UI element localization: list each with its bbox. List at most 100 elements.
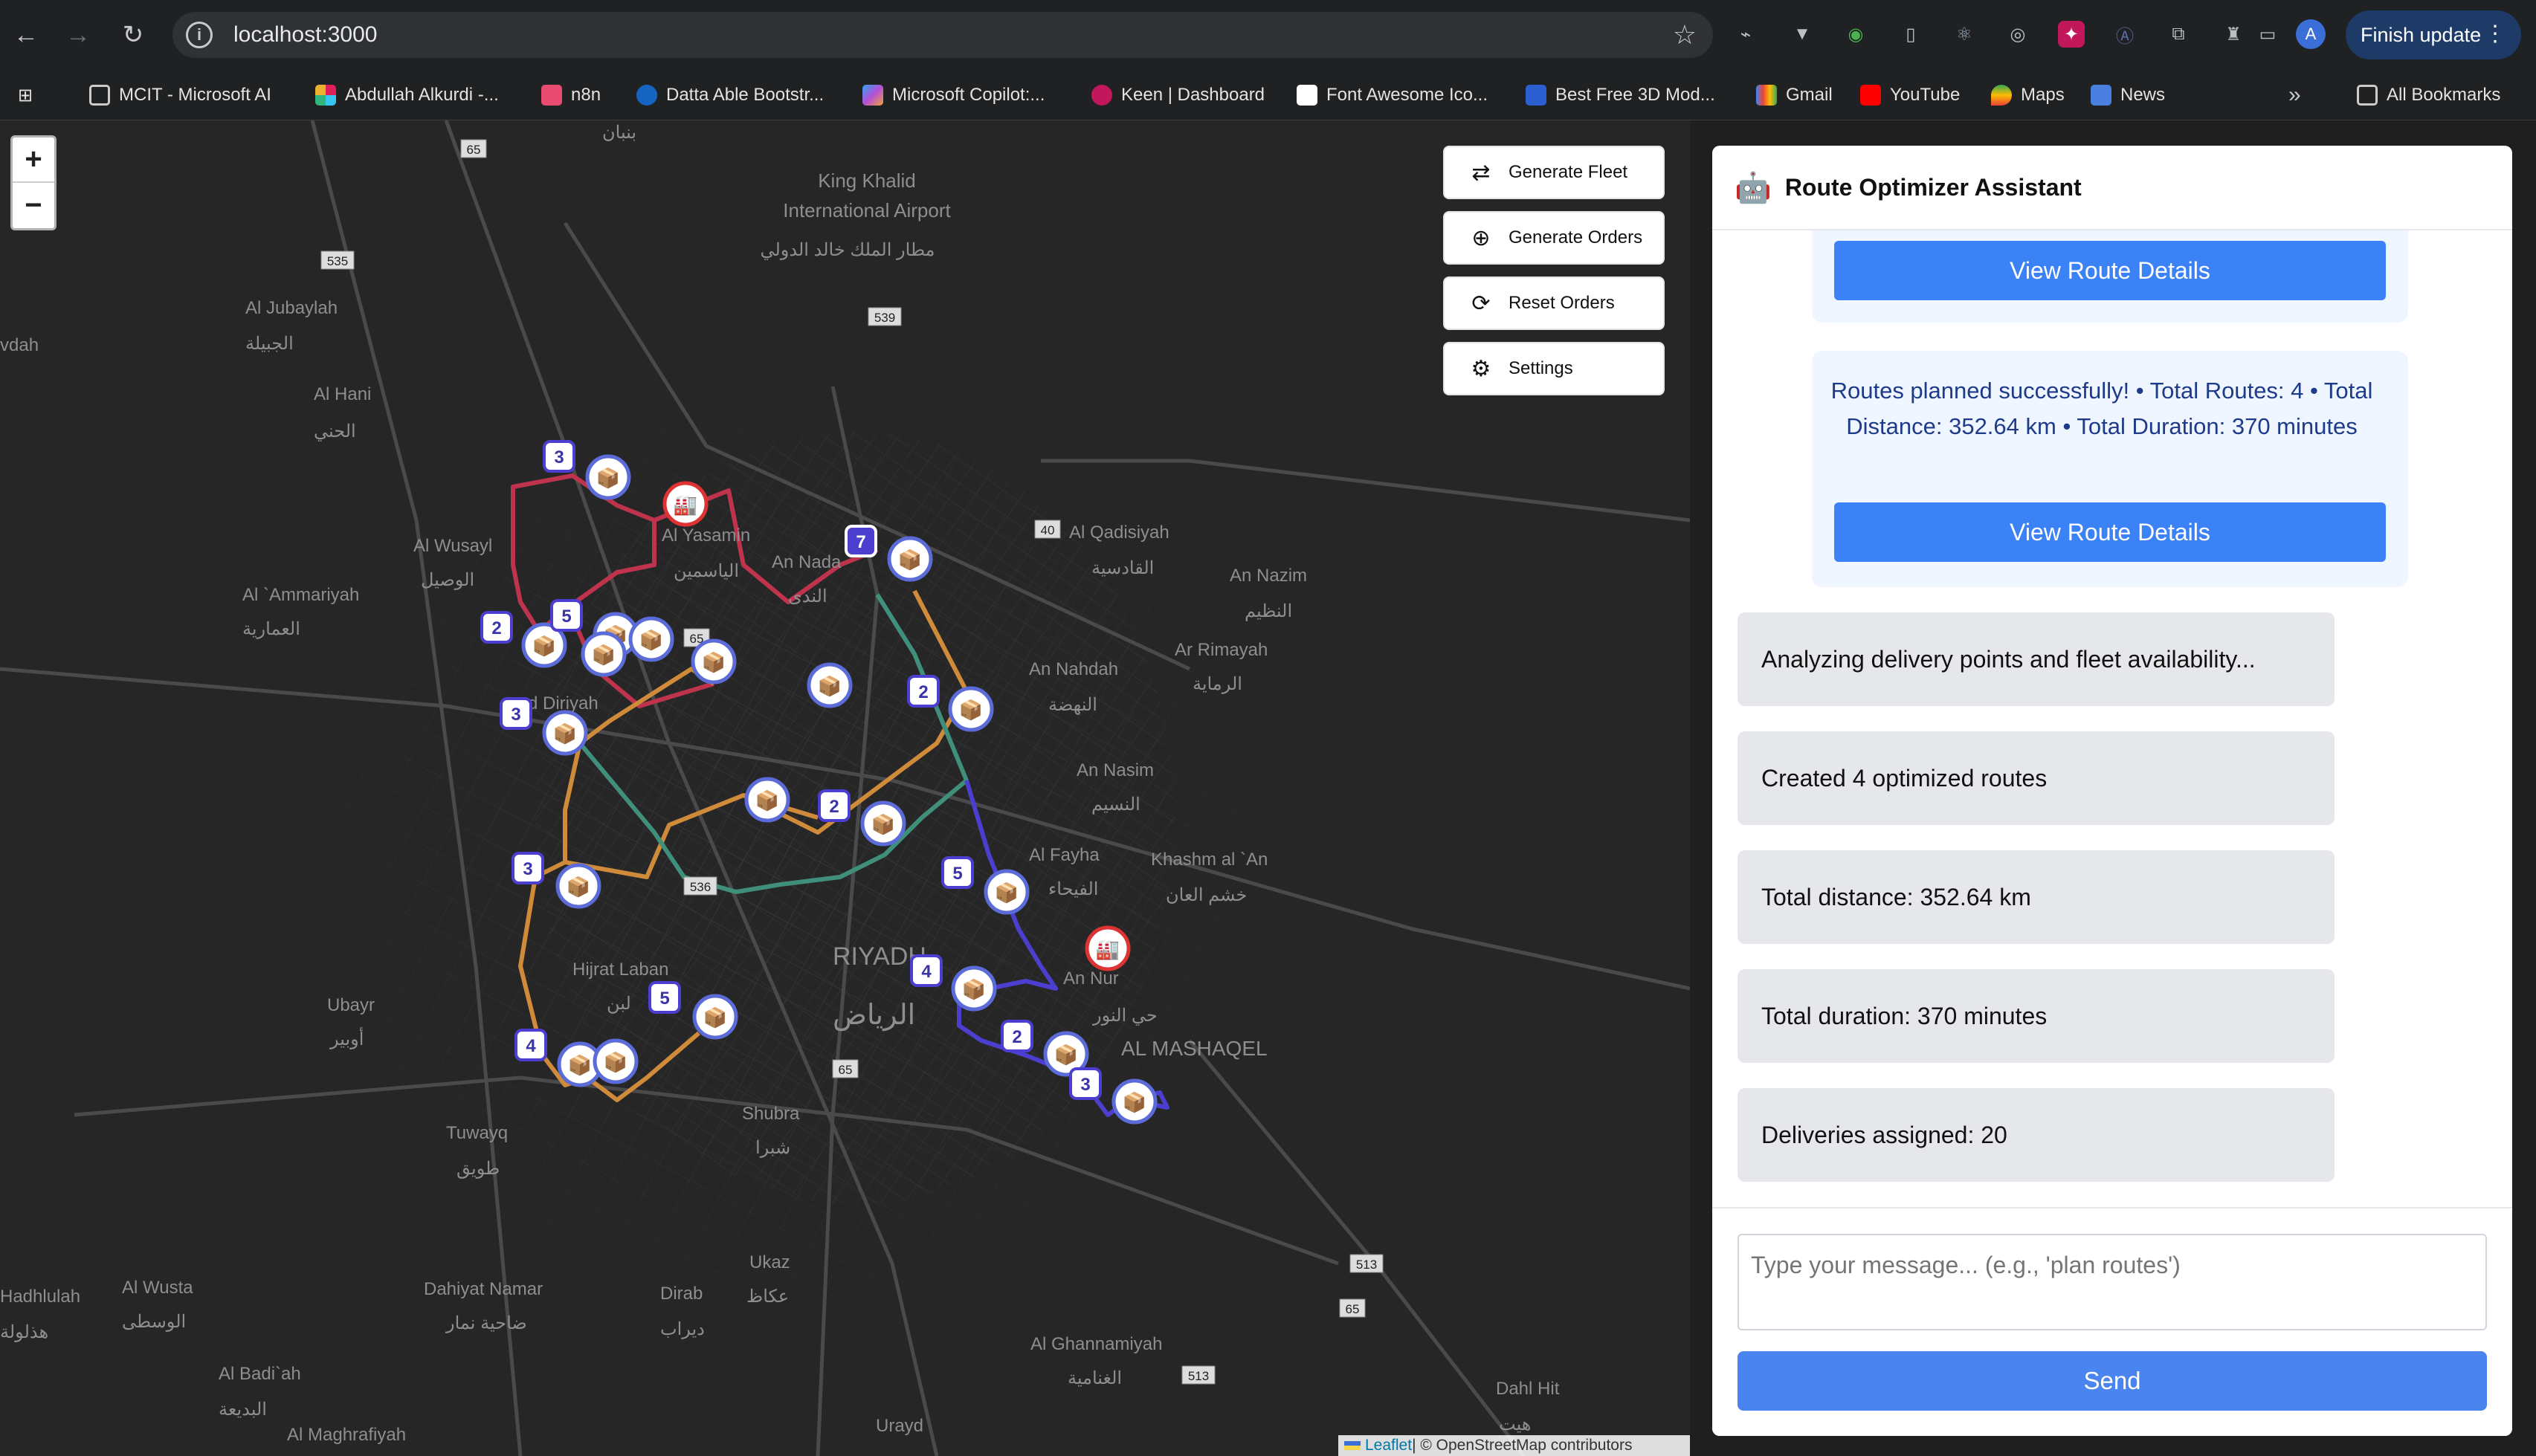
- delivery-marker[interactable]: 📦: [692, 994, 738, 1040]
- sidepanel-icon[interactable]: ▭: [2254, 21, 2281, 48]
- send-button[interactable]: Send: [1738, 1351, 2487, 1411]
- delivery-marker[interactable]: 📦: [948, 686, 994, 732]
- label-place: Al Yasamin: [662, 525, 750, 546]
- package-icon: 📦: [568, 1054, 592, 1076]
- delivery-marker[interactable]: 📦: [887, 536, 933, 582]
- angular-extension-icon[interactable]: Ⓐ: [2111, 21, 2138, 48]
- delivery-marker[interactable]: 📦: [984, 869, 1030, 915]
- plus-circle-icon: ⊕: [1471, 225, 1491, 250]
- zoom-in-button[interactable]: +: [13, 137, 54, 183]
- eye-extension-icon[interactable]: ◉: [1842, 21, 1869, 48]
- label-place: Al Badi`ah: [219, 1364, 301, 1384]
- bookmark-item[interactable]: YouTube: [1860, 82, 1960, 109]
- bookmark-item[interactable]: MCIT - Microsoft AI: [89, 82, 271, 109]
- stop-badge[interactable]: 3: [543, 440, 575, 473]
- stop-badge[interactable]: 4: [514, 1029, 547, 1061]
- apps-grid-icon[interactable]: ⊞: [18, 82, 33, 109]
- stop-badge[interactable]: 7: [845, 525, 877, 557]
- stop-badge[interactable]: 4: [910, 954, 943, 987]
- react-extension-icon[interactable]: ⚛: [1951, 21, 1978, 48]
- delivery-marker[interactable]: 📦: [581, 631, 627, 677]
- target-extension-icon[interactable]: ◎: [2004, 21, 2031, 48]
- route-result-card: View Route Details: [1812, 230, 2408, 323]
- stop-badge[interactable]: 5: [550, 599, 583, 632]
- delivery-marker[interactable]: 📦: [860, 800, 906, 847]
- delivery-marker[interactable]: 📦: [593, 1038, 639, 1084]
- settings-button[interactable]: ⚙ Settings: [1443, 342, 1665, 395]
- delivery-marker[interactable]: 📦: [807, 662, 853, 708]
- svg-text:5: 5: [952, 864, 962, 884]
- assistant-message: Analyzing delivery points and fleet avai…: [1738, 612, 2335, 706]
- stop-badge[interactable]: 2: [1001, 1020, 1033, 1052]
- delivery-marker[interactable]: 📦: [1111, 1078, 1158, 1125]
- routes-success-text: Routes planned successfully! • Total Rou…: [1830, 378, 2373, 439]
- more-bookmarks-icon[interactable]: »: [2288, 82, 2301, 109]
- view-route-details-button[interactable]: View Route Details: [1834, 502, 2386, 562]
- label-place-ar: الجبيلة: [245, 334, 294, 354]
- bookmark-item[interactable]: Maps: [1991, 82, 2065, 109]
- n8n-icon: [541, 85, 562, 106]
- bookmark-item[interactable]: Gmail: [1756, 82, 1833, 109]
- package-icon: 📦: [1054, 1044, 1078, 1066]
- graphql-extension-icon[interactable]: ✦: [2058, 21, 2085, 48]
- stop-badge[interactable]: 2: [818, 789, 851, 822]
- bookmark-item[interactable]: Font Awesome Ico...: [1297, 82, 1488, 109]
- clipboard-extension-icon[interactable]: ▯: [1897, 21, 1924, 48]
- stop-badge[interactable]: 3: [512, 852, 544, 884]
- view-route-details-button[interactable]: View Route Details: [1834, 241, 2386, 300]
- label-airport: International Airport: [783, 199, 951, 221]
- label-place-ar: شبرا: [755, 1138, 790, 1158]
- reset-orders-button[interactable]: ⟳ Reset Orders: [1443, 276, 1665, 330]
- stop-badge[interactable]: 5: [648, 981, 681, 1014]
- generate-fleet-button[interactable]: ⇄ Generate Fleet: [1443, 146, 1665, 199]
- vuetify-extension-icon[interactable]: ▼: [1789, 21, 1816, 48]
- site-info-icon[interactable]: i: [186, 22, 213, 48]
- label-place-ar: النهضة: [1048, 695, 1097, 715]
- delivery-marker[interactable]: 📦: [744, 777, 790, 823]
- depot-marker[interactable]: 🏭: [1085, 925, 1131, 971]
- folder-icon: [2357, 85, 2378, 106]
- stop-badge[interactable]: 3: [1069, 1067, 1102, 1100]
- label-place-ar: لبن: [607, 994, 631, 1014]
- reload-icon[interactable]: ↻: [114, 16, 152, 54]
- svg-text:2: 2: [829, 797, 839, 817]
- stop-badge[interactable]: 3: [500, 697, 532, 730]
- leaflet-link[interactable]: Leaflet: [1365, 1437, 1412, 1455]
- chef-extension-icon[interactable]: ♜: [2220, 21, 2247, 48]
- forward-icon[interactable]: →: [59, 16, 97, 54]
- delivery-marker[interactable]: 📦: [628, 616, 674, 662]
- profile-avatar[interactable]: A: [2296, 19, 2326, 49]
- map-canvas[interactable]: 65 535 539 40 65 536 65 513 65 513 King …: [0, 120, 1690, 1456]
- delivery-marker[interactable]: 📦: [951, 965, 997, 1012]
- generate-orders-button[interactable]: ⊕ Generate Orders: [1443, 211, 1665, 265]
- bookmark-item[interactable]: Datta Able Bootstr...: [636, 82, 824, 109]
- label-place-ar: النظيم: [1245, 601, 1292, 621]
- label-place: Al Qadisiyah: [1069, 522, 1169, 543]
- extension-icon[interactable]: ⌁: [1732, 21, 1759, 48]
- bookmark-item[interactable]: Microsoft Copilot:...: [862, 82, 1045, 109]
- delivery-marker[interactable]: 📦: [691, 638, 737, 685]
- back-icon[interactable]: ←: [7, 16, 45, 54]
- message-input[interactable]: [1738, 1234, 2487, 1330]
- zoom-out-button[interactable]: −: [13, 183, 54, 228]
- depot-marker[interactable]: 🏭: [662, 481, 709, 527]
- finish-update-button[interactable]: Finish update ⋮: [2346, 10, 2521, 59]
- label-place-ar: ضاحية نمار: [445, 1313, 527, 1333]
- address-bar[interactable]: i localhost:3000 ☆: [172, 12, 1713, 58]
- bookmark-item[interactable]: Abdullah Alkurdi -...: [315, 82, 499, 109]
- bookmark-item[interactable]: Best Free 3D Mod...: [1526, 82, 1715, 109]
- stop-badge[interactable]: 2: [907, 675, 940, 708]
- bookmark-item[interactable]: n8n: [541, 82, 601, 109]
- map-view[interactable]: 65 535 539 40 65 536 65 513 65 513 King …: [0, 120, 1690, 1456]
- delivery-marker[interactable]: 📦: [542, 710, 588, 756]
- puzzle-extensions-icon[interactable]: ⧉: [2165, 21, 2192, 48]
- stop-badge[interactable]: 5: [941, 856, 974, 889]
- delivery-marker[interactable]: 📦: [555, 863, 601, 909]
- stop-badge[interactable]: 2: [480, 611, 513, 644]
- delivery-marker[interactable]: 📦: [585, 454, 631, 500]
- bookmark-item[interactable]: News: [2091, 82, 2165, 109]
- all-bookmarks[interactable]: All Bookmarks: [2357, 82, 2500, 109]
- bookmark-item[interactable]: Keen | Dashboard: [1091, 82, 1265, 109]
- bookmark-star-icon[interactable]: ☆: [1673, 19, 1697, 51]
- label-place: Al Maghrafiyah: [287, 1425, 406, 1445]
